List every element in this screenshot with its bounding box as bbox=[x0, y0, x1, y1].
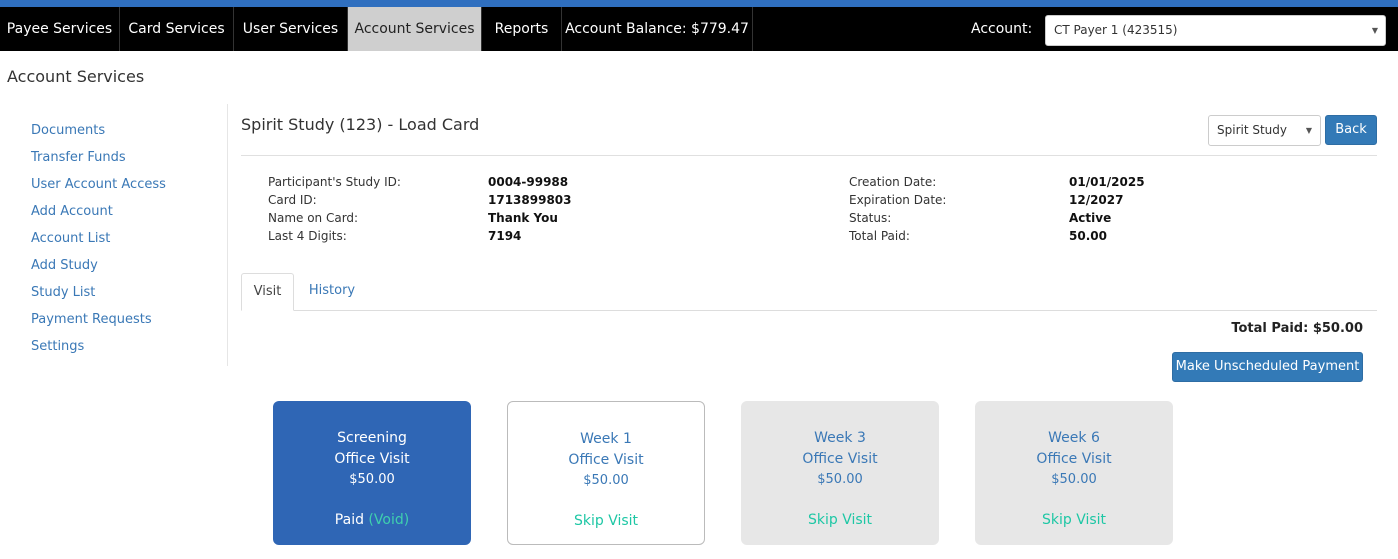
sidebar-item-user-account-access[interactable]: User Account Access bbox=[31, 176, 221, 203]
sidebar-item-account-list[interactable]: Account List bbox=[31, 230, 221, 257]
info-label-name-on-card: Name on Card: bbox=[268, 211, 359, 225]
info-label-last-4: Last 4 Digits: bbox=[268, 229, 347, 243]
visit-type: Office Visit bbox=[1036, 451, 1112, 467]
info-label-total-paid: Total Paid: bbox=[849, 229, 910, 243]
info-value-name-on-card: Thank You bbox=[488, 211, 558, 225]
sidebar-item-payment-requests[interactable]: Payment Requests bbox=[31, 311, 221, 338]
info-value-creation-date: 01/01/2025 bbox=[1069, 175, 1145, 189]
nav-card-services[interactable]: Card Services bbox=[120, 7, 234, 51]
make-unscheduled-payment-button[interactable]: Make Unscheduled Payment bbox=[1172, 352, 1363, 382]
visit-amount: $50.00 bbox=[817, 472, 863, 487]
nav-payee-services[interactable]: Payee Services bbox=[0, 7, 120, 51]
visit-name: Week 1 bbox=[580, 431, 632, 447]
top-navbar: Payee Services Card Services User Servic… bbox=[0, 7, 1398, 51]
visit-card-screening: Screening Office Visit $50.00 Paid (Void… bbox=[273, 401, 471, 545]
header-divider bbox=[241, 155, 1377, 156]
sidebar-item-add-study[interactable]: Add Study bbox=[31, 257, 221, 284]
nav-reports[interactable]: Reports bbox=[482, 7, 562, 51]
total-paid-summary: Total Paid: $50.00 bbox=[1231, 321, 1363, 336]
account-label: Account: bbox=[971, 21, 1033, 37]
visit-type: Office Visit bbox=[568, 452, 644, 468]
account-select-value: CT Payer 1 (423515) bbox=[1054, 23, 1178, 37]
visit-amount: $50.00 bbox=[1051, 472, 1097, 487]
account-select[interactable]: CT Payer 1 (423515) ▼ bbox=[1045, 15, 1386, 46]
visit-status-row: Paid (Void) bbox=[273, 512, 471, 528]
page-title: Account Services bbox=[7, 67, 145, 86]
sidebar-item-add-account[interactable]: Add Account bbox=[31, 203, 221, 230]
study-select-value: Spirit Study bbox=[1217, 123, 1288, 137]
sidebar-divider bbox=[227, 104, 228, 366]
info-label-status: Status: bbox=[849, 211, 892, 225]
nav-user-services[interactable]: User Services bbox=[234, 7, 348, 51]
chevron-down-icon: ▼ bbox=[1305, 126, 1312, 135]
info-value-study-id: 0004-99988 bbox=[488, 175, 569, 189]
chevron-down-icon: ▼ bbox=[1371, 26, 1378, 35]
back-button[interactable]: Back bbox=[1325, 115, 1377, 145]
info-value-expiration-date: 12/2027 bbox=[1069, 193, 1124, 207]
visit-type: Office Visit bbox=[802, 451, 878, 467]
sidebar-item-transfer-funds[interactable]: Transfer Funds bbox=[31, 149, 221, 176]
nav-account-services[interactable]: Account Services bbox=[348, 7, 482, 51]
info-label-study-id: Participant's Study ID: bbox=[268, 175, 401, 189]
info-value-card-id: 1713899803 bbox=[488, 193, 572, 207]
visit-card-week-6: Week 6 Office Visit $50.00 Skip Visit bbox=[975, 401, 1173, 545]
tab-divider bbox=[241, 310, 1377, 311]
sidebar-item-documents[interactable]: Documents bbox=[31, 122, 221, 149]
info-value-last-4: 7194 bbox=[488, 229, 522, 243]
skip-visit-link[interactable]: Skip Visit bbox=[741, 512, 939, 528]
info-value-status: Active bbox=[1069, 211, 1112, 225]
visit-card-week-3: Week 3 Office Visit $50.00 Skip Visit bbox=[741, 401, 939, 545]
tab-visit[interactable]: Visit bbox=[241, 273, 294, 311]
sidebar: Documents Transfer Funds User Account Ac… bbox=[31, 122, 221, 365]
visit-status: Paid bbox=[334, 512, 364, 528]
tab-history[interactable]: History bbox=[299, 273, 365, 311]
visit-amount: $50.00 bbox=[349, 472, 395, 487]
study-select[interactable]: Spirit Study ▼ bbox=[1208, 115, 1321, 146]
visit-card-week-1: Week 1 Office Visit $50.00 Skip Visit bbox=[507, 401, 705, 545]
sidebar-item-settings[interactable]: Settings bbox=[31, 338, 221, 365]
info-label-card-id: Card ID: bbox=[268, 193, 317, 207]
info-label-expiration-date: Expiration Date: bbox=[849, 193, 947, 207]
visit-name: Week 6 bbox=[1048, 430, 1100, 446]
main-title: Spirit Study (123) - Load Card bbox=[241, 115, 480, 134]
void-link[interactable]: (Void) bbox=[368, 512, 409, 528]
nav-account-balance: Account Balance: $779.47 bbox=[562, 7, 753, 51]
sidebar-item-study-list[interactable]: Study List bbox=[31, 284, 221, 311]
visit-name: Week 3 bbox=[814, 430, 866, 446]
visit-type: Office Visit bbox=[334, 451, 410, 467]
top-accent-stripe bbox=[0, 0, 1398, 7]
skip-visit-link[interactable]: Skip Visit bbox=[975, 512, 1173, 528]
info-label-creation-date: Creation Date: bbox=[849, 175, 937, 189]
visit-amount: $50.00 bbox=[583, 473, 629, 488]
skip-visit-link[interactable]: Skip Visit bbox=[508, 513, 704, 529]
visit-name: Screening bbox=[337, 430, 407, 446]
info-value-total-paid: 50.00 bbox=[1069, 229, 1107, 243]
